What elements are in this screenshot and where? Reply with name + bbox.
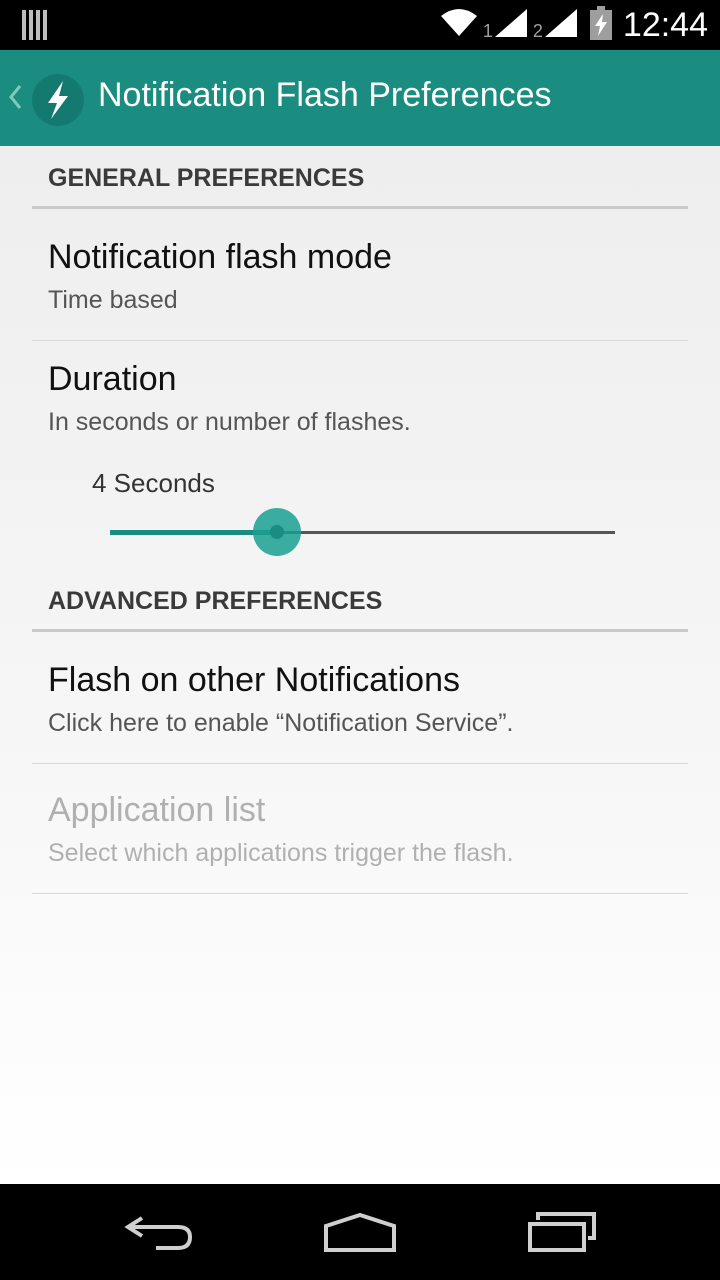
list-divider: [32, 340, 688, 341]
flash-icon[interactable]: [32, 74, 84, 126]
status-bar: 1 2 12:44: [0, 0, 720, 50]
home-icon[interactable]: [322, 1212, 398, 1258]
clock: 12:44: [622, 5, 708, 44]
advanced-preferences-header: ADVANCED PREFERENCES: [48, 587, 383, 615]
duration-summary: In seconds or number of flashes.: [48, 408, 411, 436]
battery-charging-icon: [589, 6, 613, 44]
general-preferences-header: GENERAL PREFERENCES: [48, 164, 365, 192]
list-divider: [32, 893, 688, 894]
flash-mode-title: Notification flash mode: [48, 238, 392, 276]
app-list-summary: Select which applications trigger the fl…: [48, 839, 514, 867]
category-divider: [32, 206, 688, 209]
sim1-label: 1: [482, 20, 493, 41]
navigation-bar: [0, 1184, 720, 1280]
slider-thumb[interactable]: [252, 508, 301, 556]
duration-title: Duration: [48, 360, 177, 398]
signal-icon: [493, 7, 529, 43]
list-divider: [32, 763, 688, 764]
slider-progress: [110, 530, 277, 535]
action-bar: Notification Flash Preferences: [0, 50, 720, 146]
flash-other-summary: Click here to enable “Notification Servi…: [48, 709, 514, 737]
category-divider: [32, 629, 688, 632]
back-icon[interactable]: [124, 1212, 196, 1256]
sim2-label: 2: [532, 20, 543, 41]
recents-icon[interactable]: [526, 1212, 598, 1258]
slider-thumb-center: [269, 525, 284, 539]
up-chevron-icon[interactable]: [8, 84, 22, 114]
wifi-icon: [439, 8, 479, 42]
flash-other-title: Flash on other Notifications: [48, 661, 460, 699]
signal-icon: [543, 7, 579, 43]
page-title: Notification Flash Preferences: [98, 76, 552, 114]
duration-value-label: 4 Seconds: [92, 468, 215, 498]
notification-bars-icon: [22, 10, 48, 44]
app-list-title: Application list: [48, 791, 266, 829]
preferences-list: GENERAL PREFERENCES Notification flash m…: [0, 146, 720, 1184]
flash-mode-summary: Time based: [48, 286, 178, 314]
